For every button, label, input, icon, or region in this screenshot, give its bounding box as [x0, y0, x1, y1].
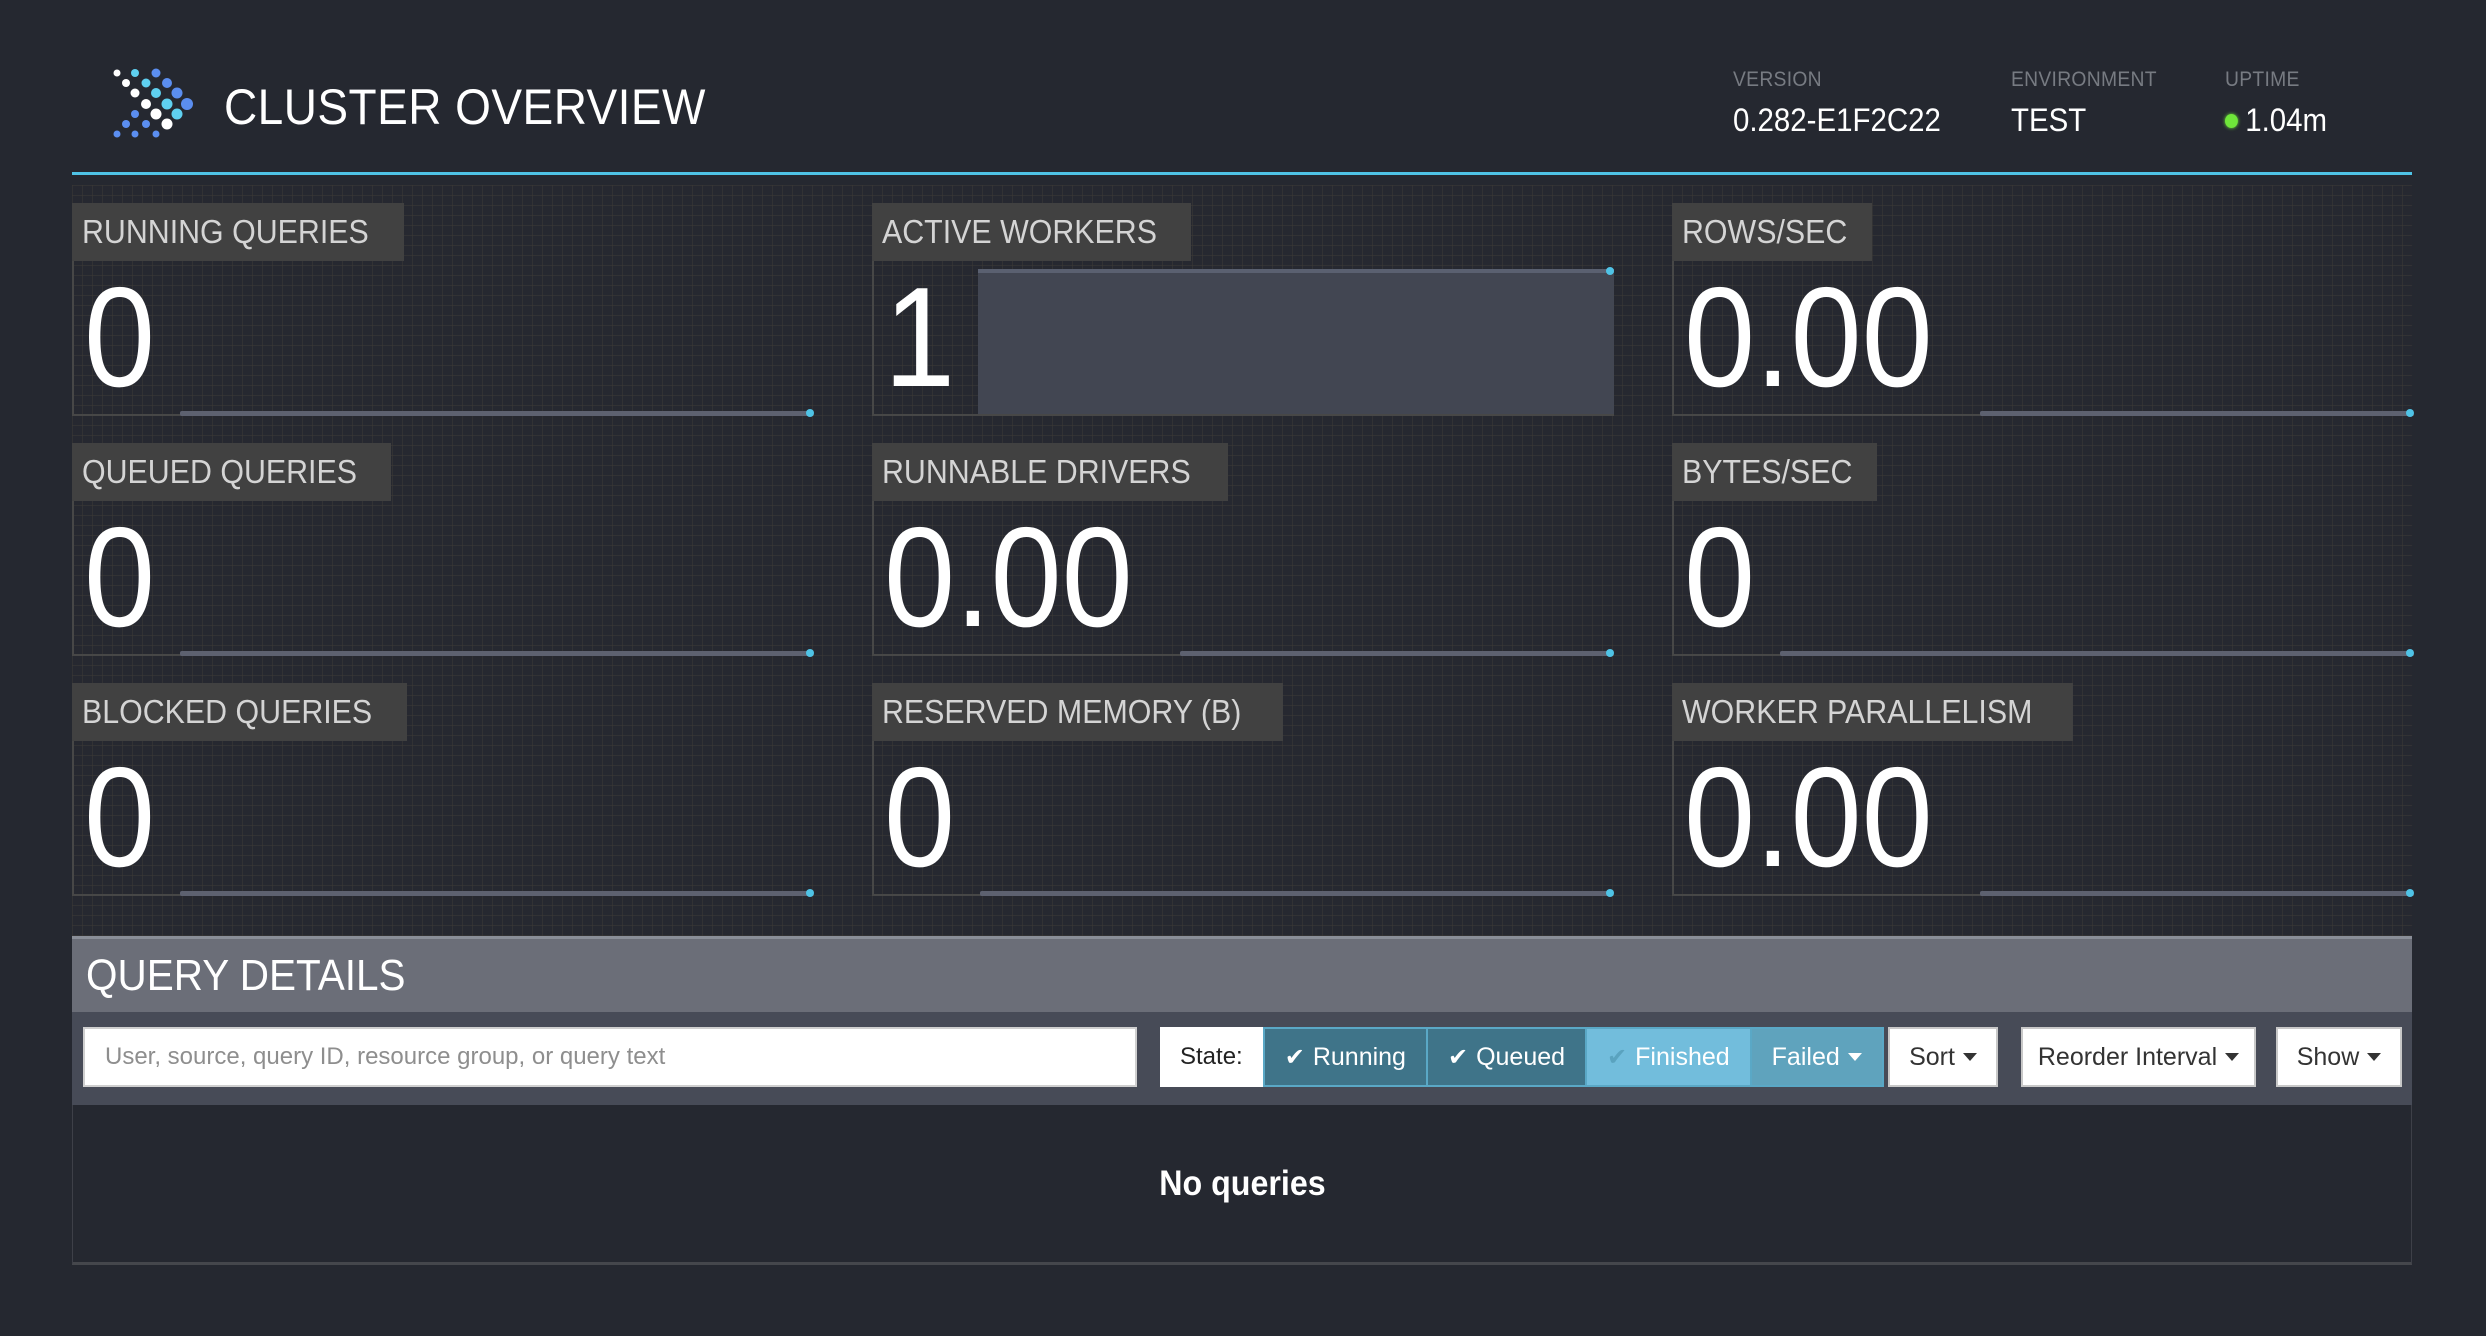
query-details-header: QUERY DETAILS [72, 936, 2412, 1012]
show-dropdown-button[interactable]: Show [2276, 1027, 2402, 1087]
uptime-info: UPTIME 1.04m [2225, 68, 2336, 139]
sparkline-area [978, 269, 1614, 414]
sparkline [1980, 891, 2410, 896]
environment-label: ENVIRONMENT [2011, 68, 2157, 91]
stat-label: ROWS/SEC [1682, 213, 1848, 250]
sparkline-frame [1672, 501, 2414, 656]
reorder-interval-dropdown-button[interactable]: Reorder Interval [2021, 1027, 2256, 1087]
check-icon: ✔ [1447, 1043, 1469, 1071]
sparkline-dot [2406, 649, 2414, 657]
sparkline [1780, 651, 2410, 656]
stat-card-blocked-queries: BLOCKED QUERIES 0 [72, 683, 814, 897]
sort-dropdown-button[interactable]: Sort [1888, 1027, 1998, 1087]
sparkline-frame [72, 261, 814, 416]
stat-value: 0.00 [1684, 738, 1933, 897]
stat-card-queued-queries: QUEUED QUERIES 0 [72, 443, 814, 657]
caret-down-icon [1847, 1053, 1862, 1061]
stat-value: 0.00 [1684, 258, 1933, 417]
sparkline-dot [1606, 889, 1614, 897]
sparkline-frame [72, 501, 814, 656]
status-dot-icon [2225, 113, 2238, 128]
sparkline [1180, 651, 1610, 656]
sparkline-dot [806, 409, 814, 417]
state-label: State: [1160, 1027, 1263, 1087]
stat-card-reserved-memory: RESERVED MEMORY (B) 0 [872, 683, 1614, 897]
stat-value: 0.00 [884, 498, 1133, 657]
query-details-section: QUERY DETAILS State: ✔ Running ✔ Queued … [72, 936, 2412, 1265]
stat-card-bytes-per-sec: BYTES/SEC 0 [1672, 443, 2414, 657]
stat-card-worker-parallelism: WORKER PARALLELISM 0.00 [1672, 683, 2414, 897]
stat-card-runnable-drivers: RUNNABLE DRIVERS 0.00 [872, 443, 1614, 657]
query-details-title: QUERY DETAILS [86, 950, 406, 1000]
caret-down-icon [2367, 1053, 2382, 1061]
state-filter-queued[interactable]: ✔ Queued [1425, 1027, 1586, 1087]
query-search-input[interactable] [83, 1027, 1137, 1087]
sparkline-dot [2406, 409, 2414, 417]
stat-card-rows-per-sec: ROWS/SEC 0.00 [1672, 203, 2414, 417]
empty-state-message: No queries [1158, 1163, 1326, 1203]
caret-down-icon [1962, 1053, 1977, 1061]
stat-value: 0 [1684, 498, 1756, 657]
sparkline-frame [72, 741, 814, 896]
stat-value: 0 [84, 498, 156, 657]
state-filter-group: State: ✔ Running ✔ Queued ✔ Finished Fai… [1160, 1027, 1884, 1087]
page-header: CLUSTER OVERVIEW VERSION 0.282-E1F2C22 E… [72, 0, 2412, 175]
stat-value: 0 [84, 738, 156, 897]
stat-label: ACTIVE WORKERS [882, 213, 1157, 250]
stat-label: QUEUED QUERIES [82, 453, 357, 490]
sparkline [180, 411, 810, 416]
uptime-value: 1.04m [2245, 102, 2328, 138]
stat-label: BLOCKED QUERIES [82, 693, 373, 730]
stat-value: 1 [884, 258, 956, 417]
version-info: VERSION 0.282-E1F2C22 [1733, 68, 1959, 139]
stat-value: 0 [884, 738, 956, 897]
sparkline [180, 651, 810, 656]
stat-label: RUNNING QUERIES [82, 213, 369, 250]
check-icon: ✔ [1607, 1043, 1628, 1071]
sparkline-frame [872, 741, 1614, 896]
state-filter-finished[interactable]: ✔ Finished [1585, 1027, 1750, 1087]
sparkline [180, 891, 810, 896]
stat-label: BYTES/SEC [1682, 453, 1853, 490]
sparkline-dot [1606, 649, 1614, 657]
header-divider [72, 172, 2412, 175]
sparkline-dot [1606, 267, 1614, 275]
stat-label: RESERVED MEMORY (B) [882, 693, 1242, 730]
stats-grid: RUNNING QUERIES 0 ACTIVE WORKERS 1 ROWS/… [72, 185, 2414, 937]
uptime-label: UPTIME [2225, 68, 2300, 91]
state-filter-failed-dropdown[interactable]: Failed [1749, 1027, 1884, 1087]
caret-down-icon [2225, 1053, 2240, 1061]
sparkline [1980, 411, 2410, 416]
version-value: 0.282-E1F2C22 [1733, 102, 1941, 138]
sparkline-dot [806, 649, 814, 657]
stat-label: WORKER PARALLELISM [1682, 693, 2033, 730]
stat-card-running-queries: RUNNING QUERIES 0 [72, 203, 814, 417]
version-label: VERSION [1733, 68, 1822, 91]
stat-card-active-workers: ACTIVE WORKERS 1 [872, 203, 1614, 416]
stat-value: 0 [84, 258, 156, 417]
stat-label: RUNNABLE DRIVERS [882, 453, 1191, 490]
query-list: No queries [72, 1105, 2412, 1265]
environment-info: ENVIRONMENT TEST [2011, 68, 2169, 139]
sparkline-dot [2406, 889, 2414, 897]
sparkline [980, 891, 1610, 896]
sparkline-dot [806, 889, 814, 897]
environment-value: TEST [2011, 102, 2087, 138]
presto-logo-icon [113, 68, 193, 138]
query-toolbar: State: ✔ Running ✔ Queued ✔ Finished Fai… [72, 1012, 2412, 1105]
check-icon: ✔ [1284, 1043, 1305, 1071]
page-title: CLUSTER OVERVIEW [224, 79, 706, 135]
state-filter-running[interactable]: ✔ Running [1262, 1027, 1426, 1087]
